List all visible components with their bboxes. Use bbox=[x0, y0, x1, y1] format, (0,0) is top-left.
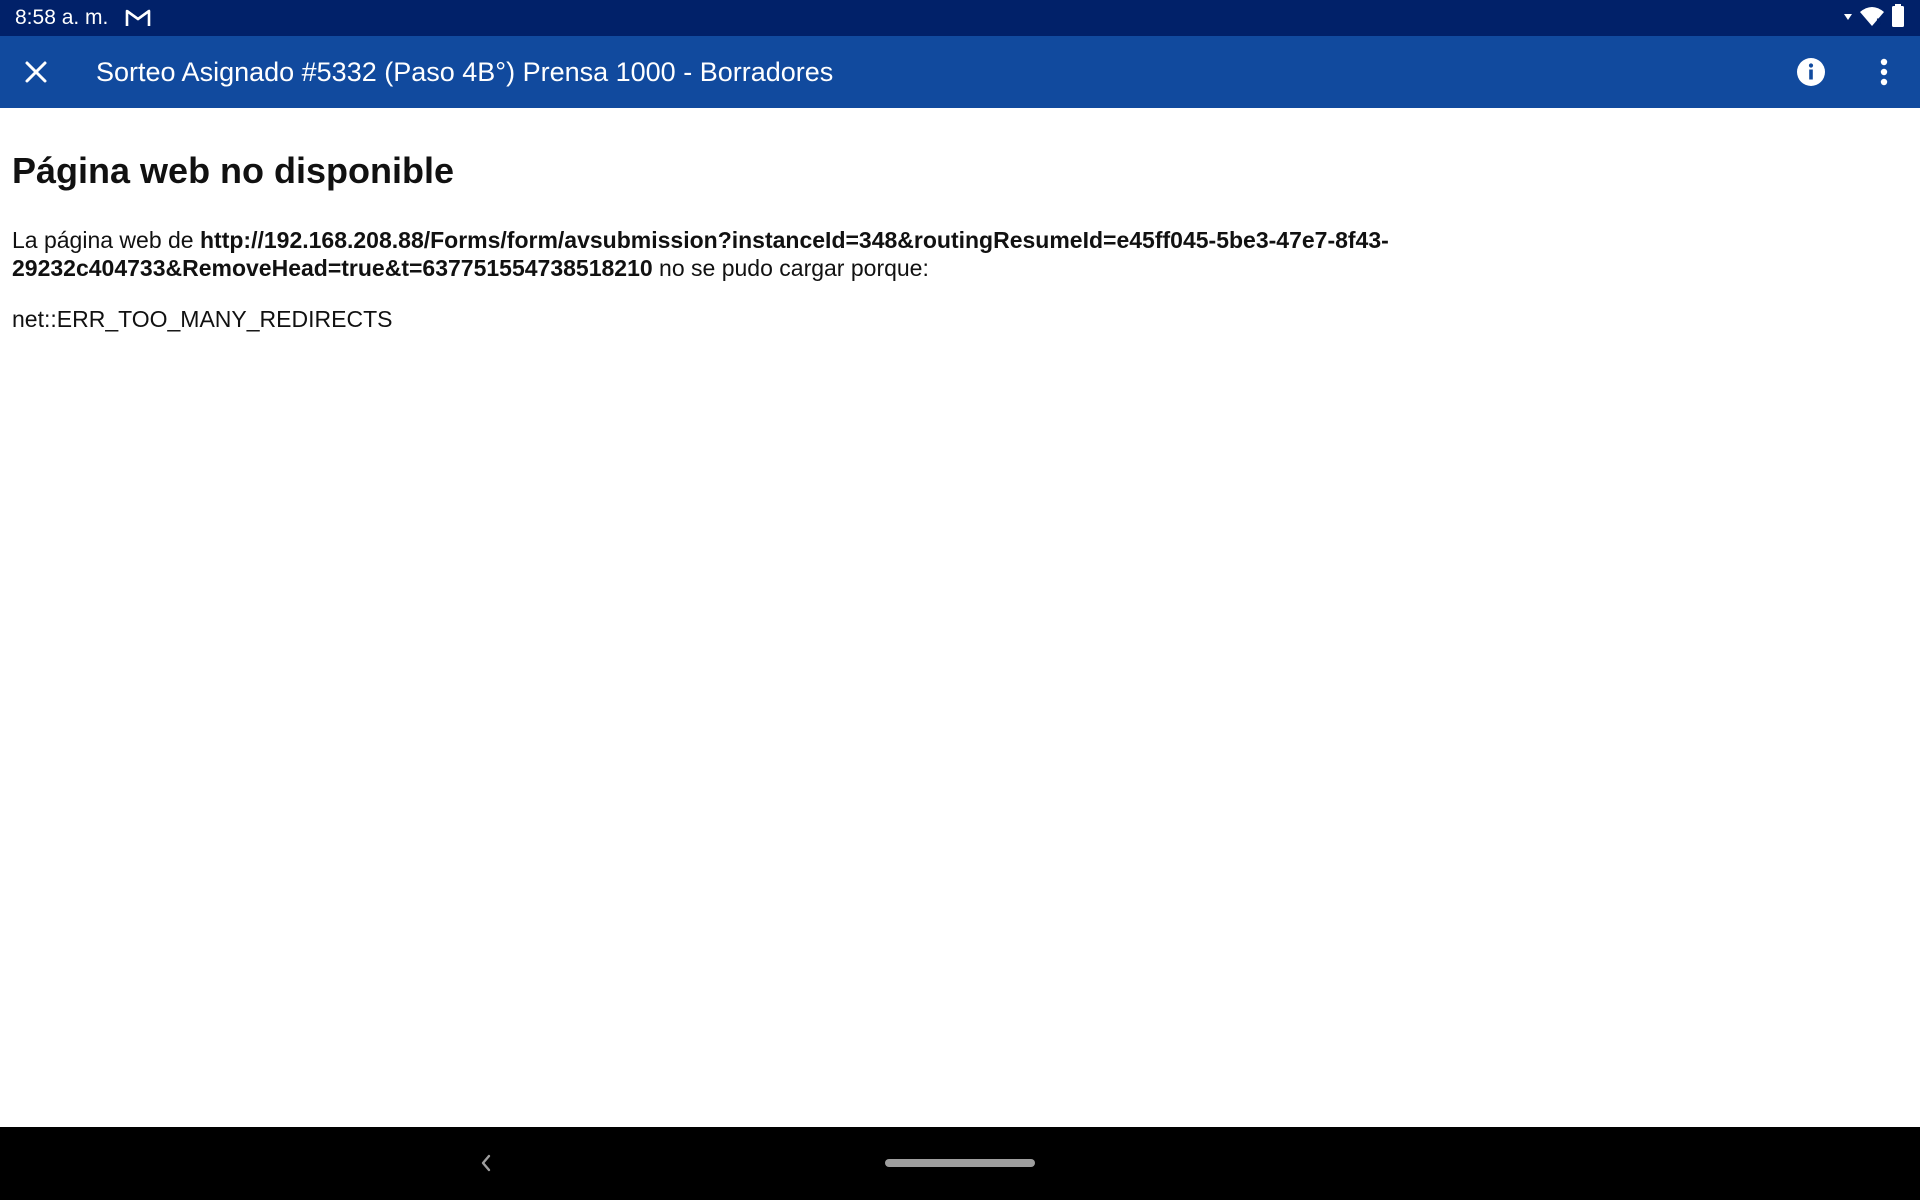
signal-arrow-icon bbox=[1843, 9, 1853, 27]
svg-text:5: 5 bbox=[1876, 18, 1882, 27]
error-title: Página web no disponible bbox=[12, 150, 455, 191]
more-options-button[interactable] bbox=[1860, 48, 1908, 96]
status-time: 8:58 a. m. bbox=[15, 6, 109, 29]
page-title: Sorteo Asignado #5332 (Paso 4B°) Prensa … bbox=[96, 57, 834, 87]
status-bar: 8:58 a. m. 5 bbox=[0, 0, 1920, 36]
nav-bar bbox=[0, 1127, 1920, 1200]
error-desc-prefix: La página web de bbox=[12, 227, 200, 253]
more-vert-icon bbox=[1880, 58, 1888, 86]
gmail-icon bbox=[125, 8, 151, 28]
android-icon bbox=[12, 108, 88, 144]
back-button[interactable] bbox=[470, 1147, 502, 1179]
info-icon bbox=[1797, 58, 1825, 86]
app-bar: Sorteo Asignado #5332 (Paso 4B°) Prensa … bbox=[0, 36, 1920, 108]
error-description: La página web de http://192.168.208.88/F… bbox=[12, 226, 1452, 282]
battery-icon bbox=[1891, 3, 1905, 33]
home-pill-icon[interactable] bbox=[885, 1159, 1035, 1167]
close-icon bbox=[25, 61, 47, 83]
error-code: net::ERR_TOO_MANY_REDIRECTS bbox=[12, 306, 393, 332]
webview-content[interactable]: Página web no disponible La página web d… bbox=[0, 108, 1920, 1127]
wifi-icon: 5 bbox=[1859, 5, 1885, 32]
status-right-icons: 5 bbox=[1843, 3, 1905, 33]
close-button[interactable] bbox=[12, 48, 60, 96]
back-icon bbox=[481, 1154, 491, 1172]
info-button[interactable] bbox=[1787, 48, 1835, 96]
error-desc-suffix: no se pudo cargar porque: bbox=[652, 255, 929, 281]
